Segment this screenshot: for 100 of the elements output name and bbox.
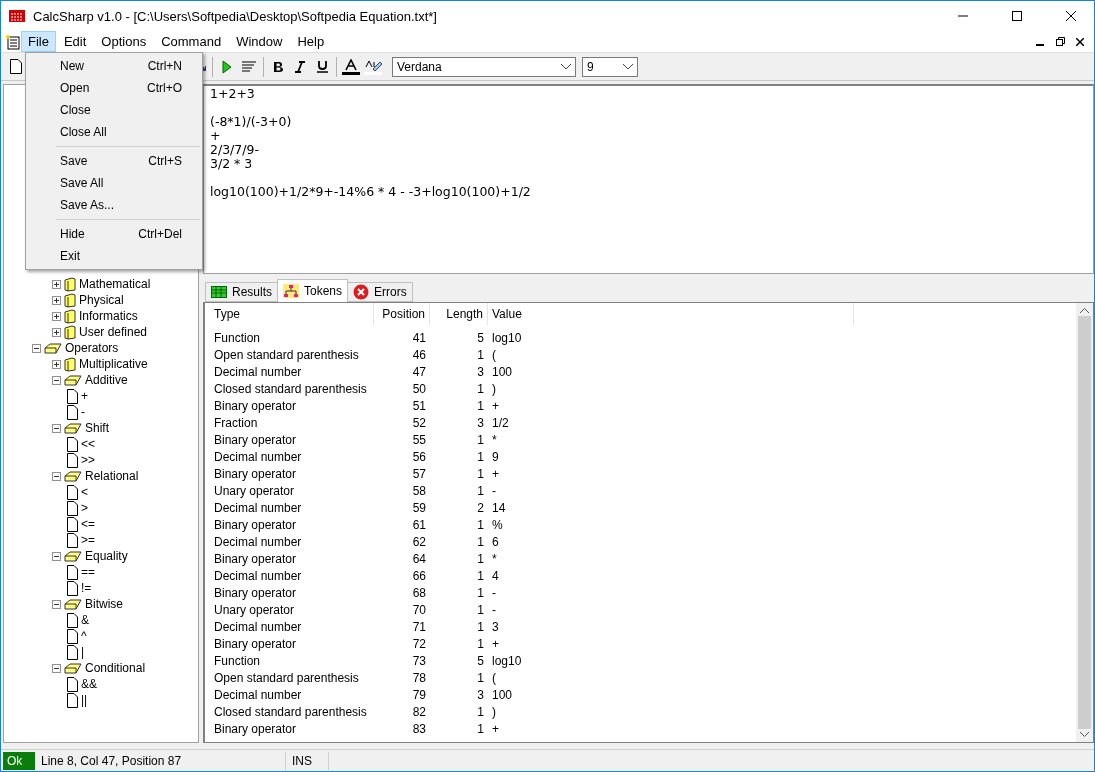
equation-editor[interactable]: 1+2+3 (-8*1)/(-3+0) + 2/3/7/9- 3/2 * 3 log10(100)+1/2*9+-14%6 * 4 - -3+log10(100)+1/2	[203, 84, 1094, 274]
menu-item[interactable]: Exit	[26, 245, 202, 267]
font-dropdown[interactable]: Verdana	[392, 56, 576, 77]
align-icon	[242, 60, 256, 73]
menu-item[interactable]: Save All	[26, 172, 202, 194]
column-header[interactable]: Length	[430, 303, 488, 325]
menu-item[interactable]: Window	[229, 31, 290, 52]
tree-item[interactable]: Physical	[79, 293, 124, 307]
table-cell-text: 70	[411, 602, 427, 617]
document-icon	[67, 532, 78, 548]
size-dropdown[interactable]: 9	[582, 56, 638, 77]
tree-item[interactable]: >>	[81, 453, 95, 467]
menu-item[interactable]: Options	[94, 31, 154, 52]
menu-item[interactable]: Open Ctrl+O	[26, 77, 202, 99]
table-cell-text: 73	[411, 653, 427, 668]
table-cell-text: 100	[491, 687, 514, 702]
expand-icon[interactable]	[52, 279, 61, 289]
table-cell-text: 4	[491, 568, 500, 583]
collapse-icon[interactable]	[52, 471, 61, 481]
tab[interactable]: Errors	[347, 282, 413, 302]
document-icon	[67, 644, 78, 660]
menu-item[interactable]: Save Ctrl+S	[26, 150, 202, 172]
tree-item[interactable]: Mathematical	[79, 277, 151, 291]
collapse-icon[interactable]	[52, 663, 61, 673]
table-cell-text: 58	[411, 483, 427, 498]
tree-item[interactable]: !=	[81, 581, 92, 595]
tree-item[interactable]: Informatics	[79, 309, 138, 323]
menu-item[interactable]: Hide Ctrl+Del	[26, 223, 202, 245]
tree-item[interactable]: <=	[81, 517, 95, 531]
tree-item[interactable]: User defined	[79, 325, 148, 339]
table-cell-text: Decimal number	[213, 500, 303, 515]
table-cell-text: Fraction	[213, 415, 259, 430]
table-cell-text: 79	[411, 687, 427, 702]
open-folder-icon	[64, 661, 82, 675]
document-icon	[67, 484, 78, 500]
table-cell-text: Binary operator	[213, 551, 298, 566]
expand-icon[interactable]	[52, 359, 61, 369]
tree-item[interactable]: <	[81, 485, 88, 499]
tree-item[interactable]: &&	[81, 677, 97, 691]
table-cell-text: Decimal number	[213, 687, 303, 702]
menu-item[interactable]: New Ctrl+N	[26, 55, 202, 77]
table-cell-text: 56	[411, 449, 427, 464]
tab[interactable]: Results	[205, 282, 278, 302]
table-cell-text: %	[491, 517, 504, 532]
table-cell-text: 82	[411, 704, 427, 719]
tree-item[interactable]: Multiplicative	[79, 357, 148, 371]
column-header[interactable]: Value	[488, 303, 854, 325]
menu-item[interactable]: Edit	[56, 31, 94, 52]
menu-item[interactable]: Help	[290, 31, 332, 52]
tree-item[interactable]: Shift	[85, 421, 109, 435]
open-folder-icon	[64, 549, 82, 563]
scroll-down-icon[interactable]	[1080, 731, 1089, 737]
table-cell-text: 46	[411, 347, 427, 362]
table-cell-text: Closed standard parenthesis	[213, 381, 368, 396]
collapse-icon[interactable]	[52, 599, 61, 609]
document-icon	[67, 692, 78, 708]
collapse-icon[interactable]	[52, 375, 61, 385]
collapse-icon[interactable]	[52, 551, 61, 561]
menu-item[interactable]: File	[21, 31, 56, 52]
document-icon	[67, 612, 78, 628]
menu-item[interactable]: Close All	[26, 121, 202, 143]
column-header[interactable]: Position	[374, 303, 430, 325]
menu-item[interactable]: Command	[154, 31, 229, 52]
menu-item[interactable]: Close	[26, 99, 202, 121]
table-cell-text: 1	[476, 534, 485, 549]
open-folder-icon	[64, 597, 82, 611]
tree-item[interactable]: <<	[81, 437, 95, 451]
table-cell-text: 51	[411, 398, 427, 413]
tree-item[interactable]: >	[81, 501, 88, 515]
tree-item[interactable]: ^	[81, 629, 87, 643]
expand-icon[interactable]	[52, 327, 61, 337]
tree-item[interactable]: Conditional	[85, 661, 146, 675]
collapse-icon[interactable]	[52, 423, 61, 433]
table-cell-text: 1	[476, 585, 485, 600]
expand-icon[interactable]	[52, 311, 61, 321]
tree-item[interactable]: >=	[81, 533, 95, 547]
collapse-icon[interactable]	[32, 343, 41, 353]
tree-item[interactable]: Additive	[85, 373, 128, 387]
tab[interactable]: Tokens	[277, 279, 349, 302]
tree-item[interactable]: -	[81, 405, 85, 419]
menu-item[interactable]: Save As...	[26, 194, 202, 216]
tree-item[interactable]: ||	[81, 693, 88, 707]
tree-item[interactable]: Relational	[85, 469, 139, 483]
scrollbar[interactable]	[1076, 303, 1093, 742]
table-cell-text: Decimal number	[213, 449, 303, 464]
table-cell-text: 100	[491, 364, 514, 379]
tree-item[interactable]: +	[81, 389, 88, 403]
tree-item[interactable]: Equality	[85, 549, 128, 563]
tree-item[interactable]: &	[81, 613, 89, 627]
tree-item[interactable]: Operators	[65, 341, 119, 355]
tree-item[interactable]: ==	[81, 565, 95, 579]
expand-icon[interactable]	[52, 295, 61, 305]
tree-item[interactable]: |	[81, 645, 85, 659]
table-cell-text: Open standard parenthesis	[213, 670, 360, 685]
column-header[interactable]: Type	[210, 303, 374, 325]
table-cell-text: 66	[411, 568, 427, 583]
close-icon	[1076, 37, 1084, 46]
tree-item[interactable]: Bitwise	[85, 597, 123, 611]
scroll-up-icon[interactable]	[1080, 308, 1089, 314]
table-cell-text: 72	[411, 636, 427, 651]
